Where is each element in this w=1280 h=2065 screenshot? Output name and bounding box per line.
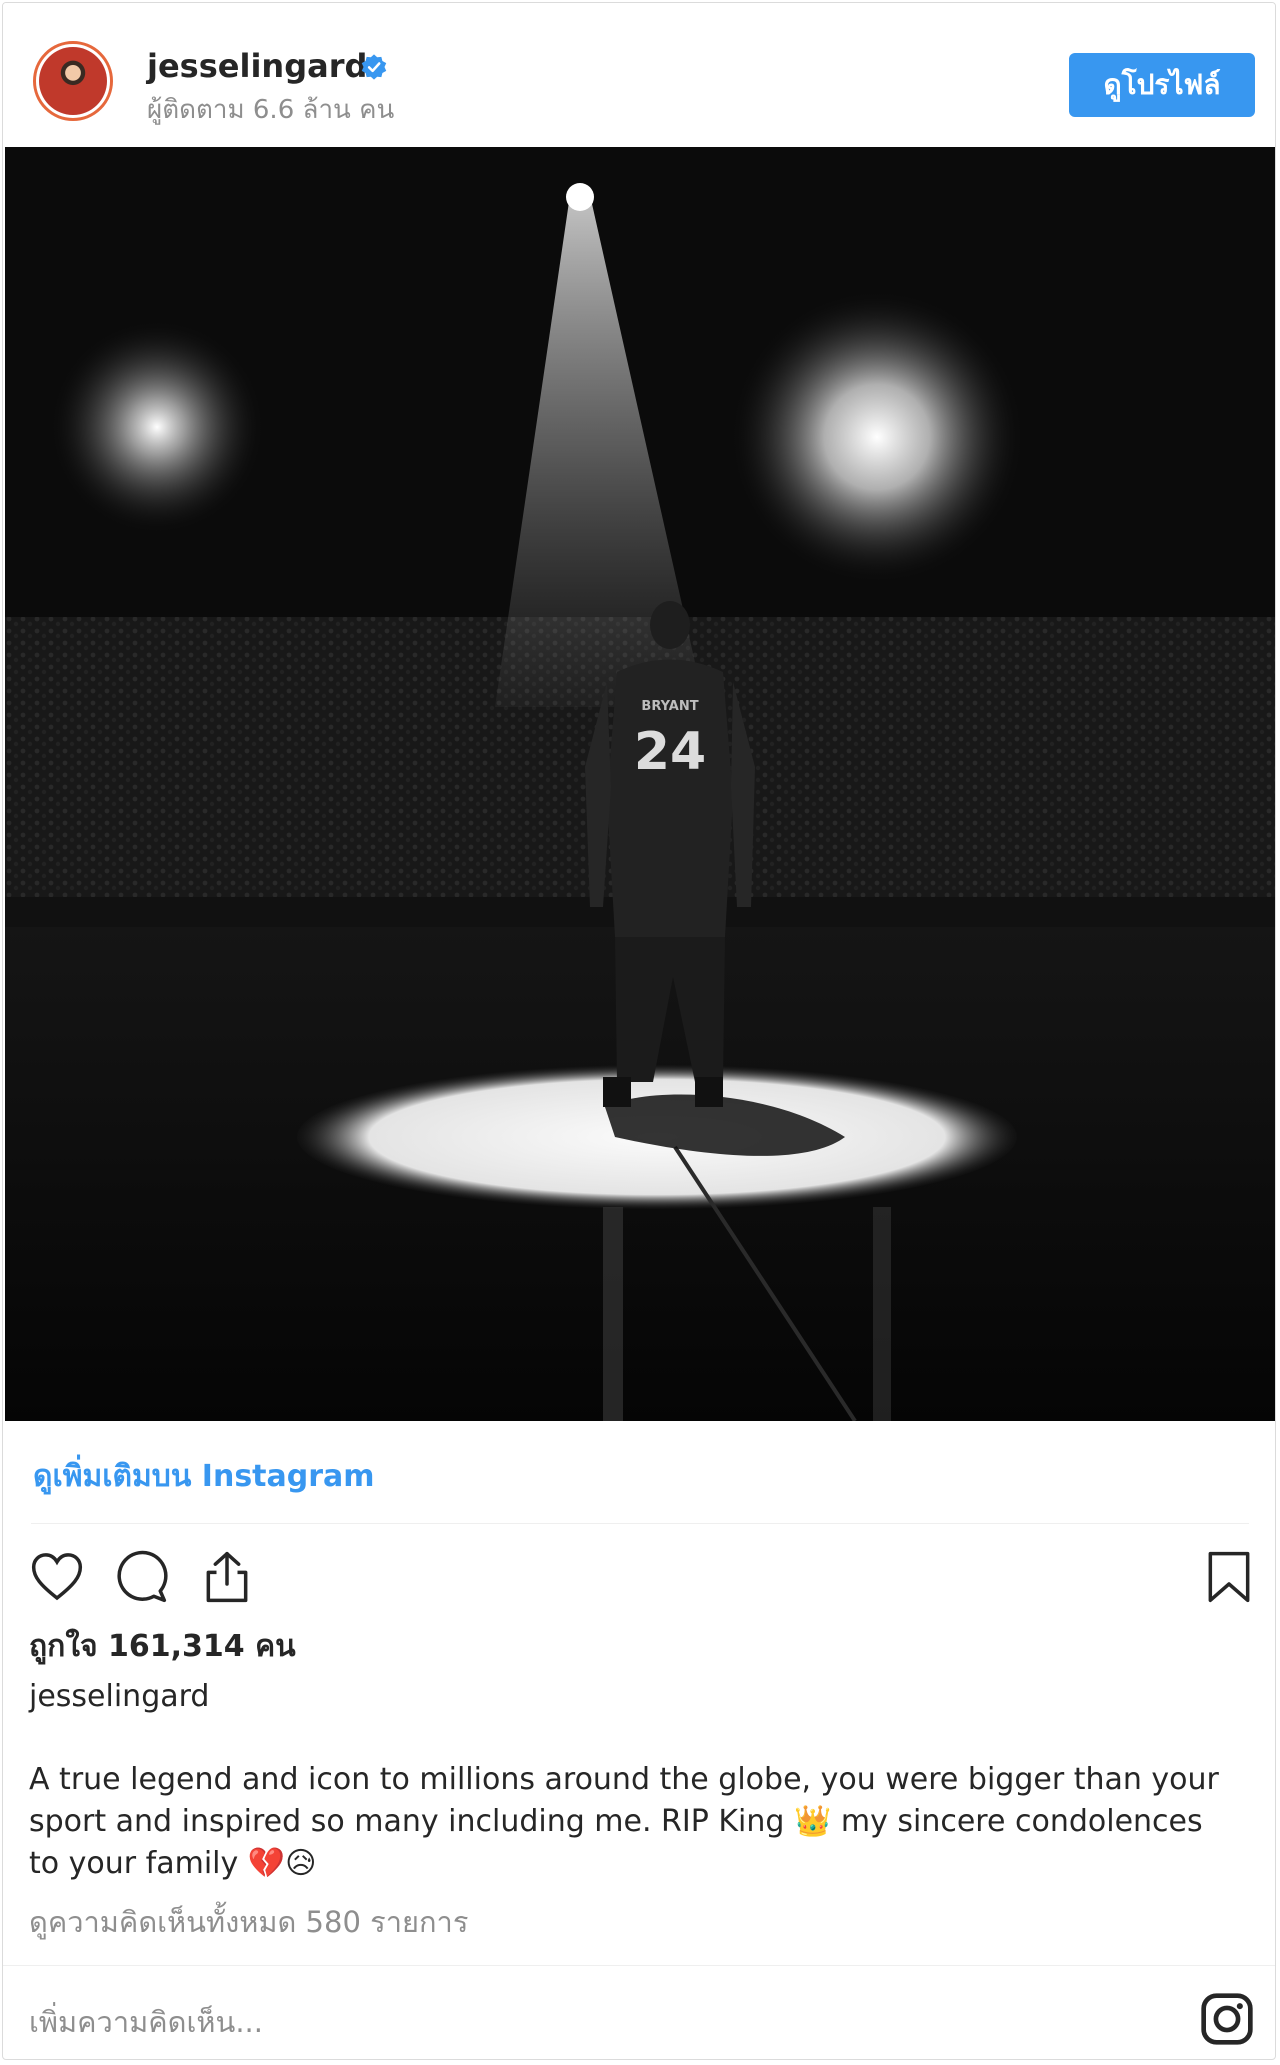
view-more-on-instagram-link[interactable]: ดูเพิ่มเติมบน Instagram xyxy=(33,1453,375,1500)
post-header: jesselingard ผู้ติดตาม 6.6 ล้าน คน ดูโปร… xyxy=(3,3,1275,147)
spotlight-player-image: 24 BRYANT xyxy=(5,147,1275,1421)
jersey-name: BRYANT xyxy=(641,699,698,714)
heart-icon[interactable] xyxy=(29,1549,85,1605)
bookmark-icon[interactable] xyxy=(1201,1549,1257,1605)
avatar[interactable] xyxy=(33,41,113,121)
share-icon[interactable] xyxy=(199,1549,255,1605)
comment-icon[interactable] xyxy=(113,1549,169,1605)
follower-count: ผู้ติดตาม 6.6 ล้าน คน xyxy=(147,95,395,125)
instagram-icon[interactable] xyxy=(1199,1991,1255,2047)
verified-badge-icon xyxy=(361,54,387,80)
instagram-embed-card: jesselingard ผู้ติดตาม 6.6 ล้าน คน ดูโปร… xyxy=(2,2,1276,2060)
add-comment-input[interactable]: เพิ่มความคิดเห็น... xyxy=(29,1999,263,2045)
divider xyxy=(31,1523,1249,1524)
post-photo[interactable]: 24 BRYANT xyxy=(5,147,1275,1421)
avatar-image xyxy=(39,47,107,115)
username[interactable]: jesselingard xyxy=(147,47,367,85)
caption-username[interactable]: jesselingard xyxy=(29,1679,209,1714)
jersey-number: 24 xyxy=(634,722,706,782)
like-count[interactable]: ถูกใจ 161,314 คน xyxy=(29,1623,296,1670)
caption-text: A true legend and icon to millions aroun… xyxy=(29,1762,1219,1881)
view-all-comments-link[interactable]: ดูความคิดเห็นทั้งหมด 580 รายการ xyxy=(29,1899,468,1945)
view-profile-button[interactable]: ดูโปรไฟล์ xyxy=(1069,53,1255,117)
divider xyxy=(3,1965,1275,1966)
